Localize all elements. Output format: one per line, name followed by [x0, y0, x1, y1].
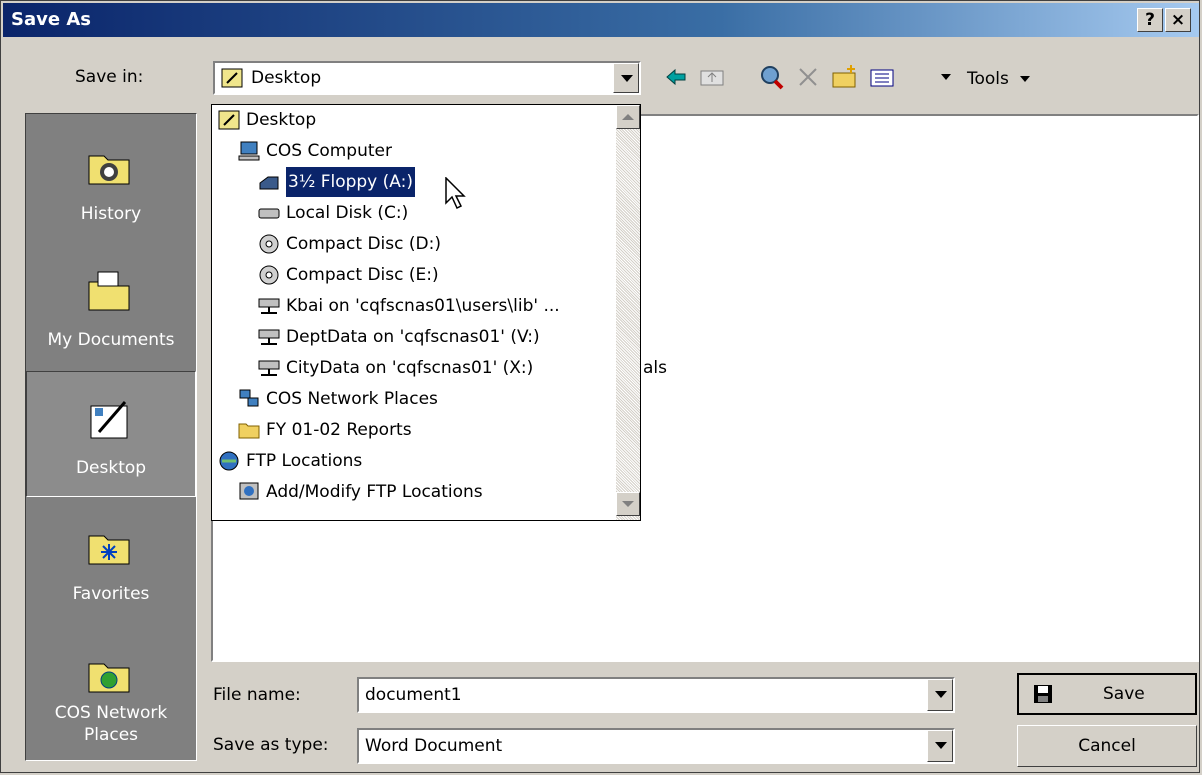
dropdown-item-label: Add/Modify FTP Locations	[266, 482, 483, 502]
window-title: Save As	[11, 9, 91, 30]
search-web-icon[interactable]	[757, 61, 787, 93]
network-places-icon	[239, 389, 259, 407]
floppy-save-icon	[1034, 685, 1052, 703]
scroll-down-button[interactable]	[616, 492, 640, 516]
places-network-label: COS Network Places	[54, 703, 168, 745]
floppy-icon	[259, 176, 279, 190]
places-my-documents-label: My Documents	[47, 330, 175, 350]
favorites-icon	[88, 535, 130, 565]
cd-icon	[259, 234, 279, 254]
dropdown-item-label: Desktop	[246, 110, 317, 130]
mouse-cursor-icon	[445, 177, 466, 210]
cd-icon	[259, 265, 279, 285]
dropdown-item-label: CityData on 'cqfscnas01' (X:)	[286, 358, 534, 378]
dropdown-item-label: DeptData on 'cqfscnas01' (V:)	[286, 327, 540, 347]
places-my-documents[interactable]: My Documents	[26, 244, 196, 370]
tools-menu[interactable]: Tools	[967, 69, 1031, 89]
ftp-icon	[219, 451, 239, 471]
scroll-up-button[interactable]	[616, 105, 640, 129]
dropdown-item-label: Compact Disc (E:)	[286, 265, 439, 285]
network-drive-icon	[258, 329, 280, 345]
desktop-icon	[221, 68, 243, 88]
places-desktop[interactable]: Desktop	[26, 371, 196, 497]
save-button-label: Save	[1103, 684, 1145, 704]
title-bar[interactable]: Save As ? ×	[3, 3, 1199, 37]
save-as-type-value: Word Document	[365, 736, 503, 756]
places-history[interactable]: History	[26, 118, 196, 244]
dropdown-scrollbar[interactable]	[616, 105, 640, 520]
places-favorites-label: Favorites	[72, 584, 150, 604]
computer-icon	[238, 141, 260, 161]
hard-disk-icon	[258, 208, 280, 219]
tools-dropdown-arrow-icon	[1020, 76, 1031, 82]
cancel-button[interactable]: Cancel	[1017, 725, 1197, 767]
desktop-icon	[218, 110, 240, 130]
places-history-label: History	[80, 204, 142, 224]
ftp-modify-icon	[239, 482, 259, 500]
file-name-label: File name:	[213, 685, 301, 705]
network-drive-icon	[258, 298, 280, 314]
places-favorites[interactable]: Favorites	[26, 498, 196, 624]
desktop-icon	[90, 401, 128, 439]
save-as-type-combo[interactable]: Word Document	[357, 728, 955, 764]
dropdown-item-label: Compact Disc (D:)	[286, 234, 441, 254]
save-in-dropdown-list[interactable]: Desktop COS Computer 3½ Floppy (A:) Loca…	[211, 104, 641, 521]
close-button[interactable]: ×	[1165, 8, 1191, 32]
views-icon[interactable]	[867, 61, 897, 93]
save-as-type-dropdown-button[interactable]	[927, 730, 953, 762]
places-network[interactable]: COS Network Places	[26, 626, 196, 752]
network-drive-icon	[258, 360, 280, 376]
network-places-icon	[88, 663, 130, 693]
file-name-combo[interactable]: document1	[357, 677, 955, 713]
dropdown-item-label: FTP Locations	[246, 451, 363, 471]
dropdown-item-label: COS Network Places	[266, 389, 438, 409]
save-button[interactable]: Save	[1017, 673, 1197, 715]
my-documents-icon	[88, 271, 130, 311]
save-in-label: Save in:	[75, 67, 144, 87]
scroll-up-arrow-icon	[622, 114, 634, 120]
back-icon[interactable]	[661, 61, 691, 93]
history-icon	[88, 155, 130, 185]
dropdown-item-label: COS Computer	[266, 141, 392, 161]
folder-icon	[238, 423, 260, 439]
delete-icon[interactable]	[793, 61, 823, 93]
file-name-input[interactable]: document1	[365, 685, 462, 705]
places-bar: History My Documents Desktop Favorites C…	[25, 113, 197, 761]
dropdown-item-label: 3½ Floppy (A:)	[285, 166, 416, 198]
dropdown-item-label: FY 01-02 Reports	[266, 420, 412, 440]
places-desktop-label: Desktop	[75, 458, 147, 478]
file-list-item-text[interactable]: als	[643, 358, 667, 378]
dropdown-item-label: Kbai on 'cqfscnas01\users\lib' ...	[286, 296, 560, 316]
scroll-down-arrow-icon	[622, 501, 634, 507]
file-name-dropdown-button[interactable]	[927, 679, 953, 711]
up-folder-icon[interactable]	[697, 61, 727, 93]
views-dropdown-arrow-icon[interactable]	[941, 74, 951, 82]
save-in-combo[interactable]: Desktop	[213, 61, 641, 95]
save-in-dropdown-button[interactable]	[613, 63, 639, 93]
dropdown-item-label: Local Disk (C:)	[286, 203, 409, 223]
save-in-value: Desktop	[251, 68, 322, 88]
new-folder-icon[interactable]	[829, 61, 859, 93]
save-as-dialog: Save As ? × Save in: Desktop Tools Histo…	[0, 0, 1200, 773]
tools-label: Tools	[967, 69, 1009, 89]
save-as-type-label: Save as type:	[213, 735, 329, 755]
help-button[interactable]: ?	[1137, 8, 1163, 32]
